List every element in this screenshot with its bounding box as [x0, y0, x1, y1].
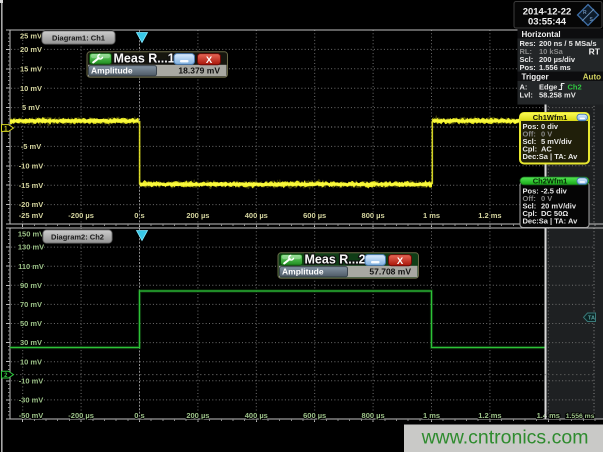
svg-text:58.258 mV: 58.258 mV — [539, 91, 576, 100]
svg-text:-200 µs: -200 µs — [68, 411, 94, 420]
svg-text:0 s: 0 s — [134, 211, 144, 220]
svg-text:RT: RT — [589, 47, 601, 57]
svg-text:150 mV: 150 mV — [18, 230, 44, 239]
svg-text:Amplitude: Amplitude — [91, 66, 133, 76]
svg-text:Ch2Wfm1: Ch2Wfm1 — [533, 177, 568, 186]
svg-text:20 mV: 20 mV — [20, 45, 42, 54]
svg-text:-15 mV: -15 mV — [19, 181, 44, 190]
svg-text:-30 mV: -30 mV — [19, 396, 44, 405]
svg-text:70 mV: 70 mV — [20, 300, 42, 309]
svg-text:0 s: 0 s — [134, 411, 144, 420]
svg-text:X: X — [206, 55, 213, 66]
svg-text:R: R — [583, 10, 587, 16]
svg-text:400 µs: 400 µs — [245, 211, 268, 220]
svg-text:-25 mV: -25 mV — [19, 211, 44, 220]
svg-text:1 ms: 1 ms — [423, 211, 440, 220]
svg-text:30 mV: 30 mV — [20, 338, 42, 347]
svg-text:Dec:Sa | TA: Av: Dec:Sa | TA: Av — [523, 152, 579, 161]
svg-text:600 µs: 600 µs — [303, 411, 326, 420]
svg-text:600 µs: 600 µs — [303, 211, 326, 220]
svg-text:Ch1Wfm1: Ch1Wfm1 — [533, 113, 568, 122]
svg-text:www.cntronics.com: www.cntronics.com — [421, 427, 589, 449]
svg-text:1.4 ms: 1.4 ms — [537, 411, 560, 420]
svg-text:Meas R...1: Meas R...1 — [114, 52, 175, 66]
svg-text:Amplitude: Amplitude — [282, 267, 324, 277]
svg-text:130 mV: 130 mV — [18, 243, 44, 252]
svg-text:Dec:Sa | TA: Av: Dec:Sa | TA: Av — [523, 217, 579, 226]
svg-text:200 µs: 200 µs — [186, 411, 209, 420]
svg-text:15 mV: 15 mV — [20, 64, 42, 73]
svg-text:-200 µs: -200 µs — [68, 211, 94, 220]
svg-text:10 mV: 10 mV — [20, 84, 42, 93]
svg-text:10 mV: 10 mV — [20, 357, 42, 366]
svg-text:18.379 mV: 18.379 mV — [178, 66, 220, 76]
svg-text:Diagram2: Ch2: Diagram2: Ch2 — [51, 232, 104, 241]
svg-text:110 mV: 110 mV — [18, 262, 44, 271]
svg-text:X: X — [397, 256, 404, 267]
svg-text:Pos:: Pos: — [520, 63, 536, 72]
svg-text:25 mV: 25 mV — [20, 32, 42, 41]
svg-text:1.556 ms: 1.556 ms — [539, 63, 571, 72]
svg-text:200 µs: 200 µs — [186, 211, 209, 220]
svg-text:1.556 ms: 1.556 ms — [566, 413, 595, 420]
svg-text:Trigger: Trigger — [522, 72, 549, 81]
svg-text:-20 mV: -20 mV — [19, 200, 44, 209]
svg-text:800 µs: 800 µs — [362, 211, 385, 220]
svg-text:TA: TA — [588, 316, 595, 322]
svg-text:800 µs: 800 µs — [362, 411, 385, 420]
svg-text:Meas R...2: Meas R...2 — [305, 253, 366, 267]
svg-text:50 mV: 50 mV — [20, 319, 42, 328]
svg-text:Lvl:: Lvl: — [520, 91, 533, 100]
svg-text:Horizontal: Horizontal — [522, 30, 561, 39]
svg-text:1.2 ms: 1.2 ms — [478, 411, 501, 420]
svg-text:Diagram1: Ch1: Diagram1: Ch1 — [52, 33, 105, 42]
svg-text:90 mV: 90 mV — [20, 281, 42, 290]
svg-text:03:55:44: 03:55:44 — [528, 17, 567, 28]
svg-text:1.2 ms: 1.2 ms — [478, 211, 501, 220]
svg-text:1 ms: 1 ms — [423, 411, 440, 420]
svg-text:5 mV: 5 mV — [22, 103, 40, 112]
svg-text:-5 mV: -5 mV — [21, 142, 41, 151]
svg-text:-10 mV: -10 mV — [19, 161, 44, 170]
svg-text:-50 mV: -50 mV — [19, 411, 44, 420]
svg-text:-10 mV: -10 mV — [19, 376, 44, 385]
svg-text:57.708 mV: 57.708 mV — [369, 267, 411, 277]
svg-text:400 µs: 400 µs — [245, 411, 268, 420]
svg-text:Auto: Auto — [583, 72, 601, 81]
